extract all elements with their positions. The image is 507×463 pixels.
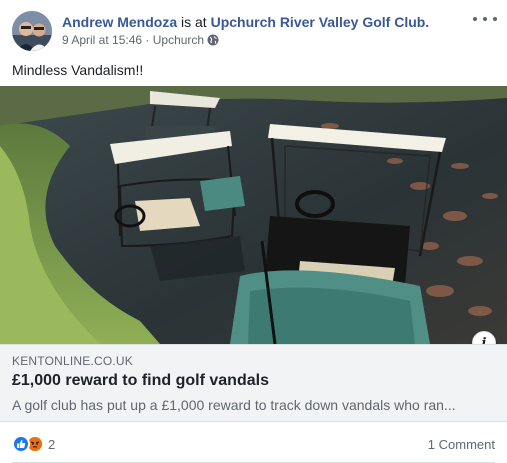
post-date-link[interactable]: 9 April at 15:46 [62,33,142,47]
link-title[interactable]: £1,000 reward to find golf vandals [12,372,269,390]
link-preview-meta[interactable]: KENTONLINE.CO.UK £1,000 reward to find g… [0,344,507,422]
post-options-button[interactable] [473,12,497,26]
more-dot-icon [483,17,487,21]
post-body-text: Mindless Vandalism!! [12,62,144,78]
location-link[interactable]: Upchurch [153,33,204,47]
more-dot-icon [493,17,497,21]
facebook-post: Andrew Mendoza is at Upchurch River Vall… [0,0,507,463]
checkin-text: is at [177,14,211,30]
globe-icon[interactable] [207,34,219,50]
avatar-photo-icon [12,11,52,51]
author-avatar[interactable] [12,11,52,51]
author-name-link[interactable]: Andrew Mendoza [62,14,177,30]
more-dot-icon [473,17,477,21]
link-domain: KENTONLINE.CO.UK [12,354,134,368]
reactions-summary[interactable]: 2 [12,435,55,453]
link-preview-image[interactable]: i [0,86,507,344]
place-link[interactable]: Upchurch River Valley Golf Club. [211,14,430,30]
post-header: Andrew Mendoza is at Upchurch River Vall… [62,13,429,31]
link-description: A golf club has put up a £1,000 reward t… [12,397,456,413]
meta-separator: · [142,33,153,47]
reaction-count: 2 [48,436,56,452]
link-preview-card[interactable]: i KENTONLINE.CO.UK £1,000 reward to find… [0,86,507,422]
comment-count-link[interactable]: 1 Comment [428,437,495,452]
post-meta: 9 April at 15:46 · Upchurch [62,32,219,50]
golf-carts-in-pond-image [0,86,507,344]
like-icon [12,435,30,453]
